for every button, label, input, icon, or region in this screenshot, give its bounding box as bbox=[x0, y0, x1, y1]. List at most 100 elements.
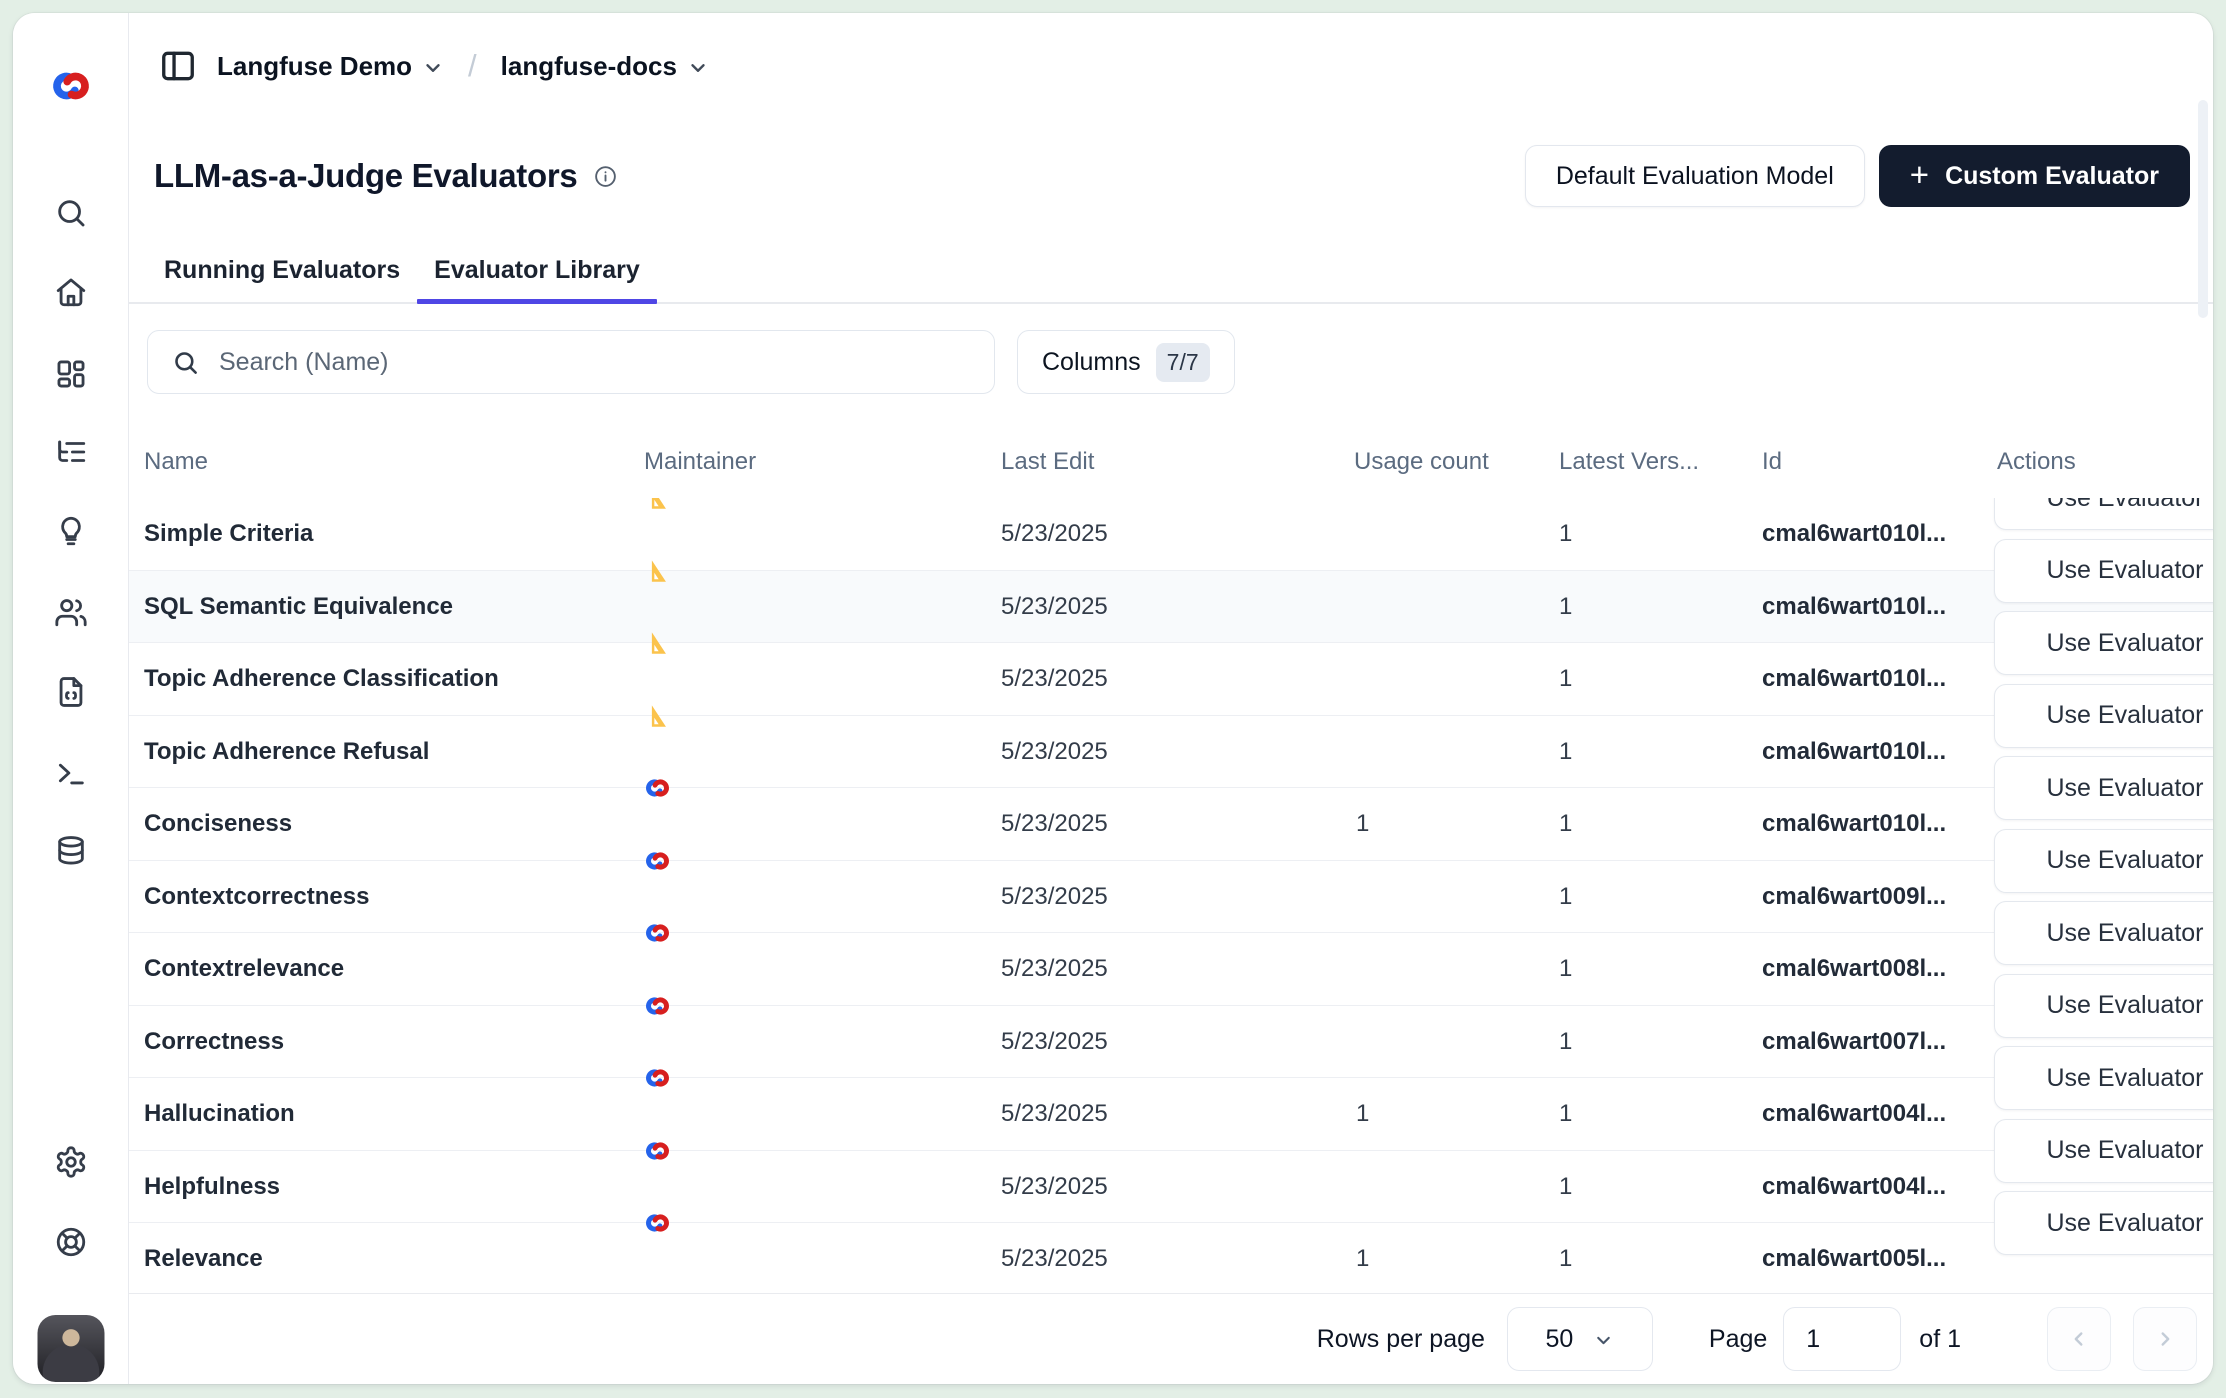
search-input[interactable] bbox=[217, 347, 970, 378]
dashboard-icon[interactable] bbox=[13, 354, 128, 394]
chevron-down-icon bbox=[1593, 1330, 1614, 1351]
ragas-maintainer-icon bbox=[644, 702, 671, 729]
header-actions: Actions bbox=[1997, 425, 2076, 498]
evaluator-id: cmal6wart004l... bbox=[1762, 1078, 1946, 1149]
users-icon[interactable] bbox=[13, 592, 128, 632]
sidebar-toggle-icon[interactable] bbox=[159, 47, 197, 85]
evaluator-name: Correctness bbox=[144, 1006, 284, 1077]
chevron-right-icon bbox=[2154, 1328, 2176, 1350]
page-number-input[interactable] bbox=[1783, 1307, 1901, 1371]
app-window: Langfuse Demo / langfuse-docs LLM-as-a-J… bbox=[13, 13, 2213, 1384]
support-lifebuoy-icon[interactable] bbox=[13, 1222, 128, 1262]
latest-version: 1 bbox=[1559, 933, 1572, 1004]
use-evaluator-button[interactable]: Use Evaluator bbox=[1994, 684, 2213, 748]
header-maintainer: Maintainer bbox=[644, 425, 756, 498]
last-edit-date: 5/23/2025 bbox=[1001, 1078, 1108, 1149]
table-row[interactable]: Conciseness 5/23/2025 1 1 cmal6wart010l.… bbox=[129, 788, 2213, 861]
evaluator-name: Contextcorrectness bbox=[144, 861, 369, 932]
action-cell: Use Evaluator bbox=[1994, 498, 2213, 530]
latest-version: 1 bbox=[1559, 1078, 1572, 1149]
pagination-bar: Rows per page 50 Page of 1 bbox=[129, 1293, 2213, 1384]
breadcrumb-project[interactable]: langfuse-docs bbox=[501, 51, 709, 82]
rows-per-page-value: 50 bbox=[1546, 1325, 1574, 1354]
vertical-scrollbar-thumb[interactable] bbox=[2198, 100, 2208, 318]
ragas-maintainer-icon bbox=[644, 498, 671, 512]
previous-page-button[interactable] bbox=[2047, 1307, 2111, 1371]
evaluator-name: Relevance bbox=[144, 1223, 263, 1294]
use-evaluator-button[interactable]: Use Evaluator bbox=[1994, 756, 2213, 820]
next-page-button[interactable] bbox=[2133, 1307, 2197, 1371]
maintainer-cell bbox=[644, 702, 671, 729]
langfuse-maintainer-icon bbox=[644, 1137, 671, 1164]
maintainer-cell bbox=[644, 630, 671, 657]
search-icon[interactable] bbox=[13, 193, 128, 233]
header-usage-count: Usage count bbox=[1354, 425, 1489, 498]
chevron-left-icon bbox=[2068, 1328, 2090, 1350]
terminal-icon[interactable] bbox=[13, 753, 128, 793]
default-evaluation-model-button[interactable]: Default Evaluation Model bbox=[1525, 145, 1865, 207]
home-icon[interactable] bbox=[13, 272, 128, 312]
maintainer-cell bbox=[644, 920, 671, 947]
table-row[interactable]: Relevance 5/23/2025 1 1 cmal6wart005l...… bbox=[129, 1223, 2213, 1294]
settings-gear-icon[interactable] bbox=[13, 1142, 128, 1182]
user-avatar[interactable] bbox=[37, 1315, 104, 1382]
langfuse-maintainer-icon bbox=[644, 775, 671, 802]
action-cell: Use Evaluator bbox=[1994, 901, 2213, 965]
columns-button[interactable]: Columns 7/7 bbox=[1017, 330, 1235, 394]
file-code-icon[interactable] bbox=[13, 672, 128, 712]
table-row[interactable]: SQL Semantic Equivalence 5/23/2025 1 cma… bbox=[129, 571, 2213, 644]
table-row[interactable]: Simple Criteria 5/23/2025 1 cmal6wart010… bbox=[129, 498, 2213, 571]
use-evaluator-button[interactable]: Use Evaluator bbox=[1994, 1119, 2213, 1183]
use-evaluator-button[interactable]: Use Evaluator bbox=[1994, 829, 2213, 893]
evaluator-id: cmal6wart010l... bbox=[1762, 716, 1946, 787]
last-edit-date: 5/23/2025 bbox=[1001, 643, 1108, 714]
last-edit-date: 5/23/2025 bbox=[1001, 861, 1108, 932]
page-label: Page bbox=[1709, 1325, 1767, 1354]
table-row[interactable]: Hallucination 5/23/2025 1 1 cmal6wart004… bbox=[129, 1078, 2213, 1151]
table-row[interactable]: Correctness 5/23/2025 1 cmal6wart007l...… bbox=[129, 1006, 2213, 1079]
top-bar: Langfuse Demo / langfuse-docs bbox=[129, 13, 2213, 120]
table-row[interactable]: Topic Adherence Refusal 5/23/2025 1 cmal… bbox=[129, 716, 2213, 789]
langfuse-maintainer-icon bbox=[644, 992, 671, 1019]
table-row[interactable]: Topic Adherence Classification 5/23/2025… bbox=[129, 643, 2213, 716]
tab-evaluator-library[interactable]: Evaluator Library bbox=[417, 239, 657, 302]
lightbulb-icon[interactable] bbox=[13, 511, 128, 551]
search-icon bbox=[172, 349, 199, 376]
maintainer-cell bbox=[644, 1210, 671, 1237]
latest-version: 1 bbox=[1559, 1223, 1572, 1294]
breadcrumb-organization[interactable]: Langfuse Demo bbox=[217, 51, 444, 82]
evaluator-id: cmal6wart010l... bbox=[1762, 571, 1946, 642]
table-row[interactable]: Contextcorrectness 5/23/2025 1 cmal6wart… bbox=[129, 861, 2213, 934]
info-icon[interactable] bbox=[593, 164, 618, 189]
table-row[interactable]: Helpfulness 5/23/2025 1 cmal6wart004l...… bbox=[129, 1151, 2213, 1224]
last-edit-date: 5/23/2025 bbox=[1001, 1006, 1108, 1077]
langfuse-maintainer-icon bbox=[644, 1065, 671, 1092]
search-box[interactable] bbox=[147, 330, 995, 394]
evaluator-id: cmal6wart010l... bbox=[1762, 498, 1946, 569]
use-evaluator-button[interactable]: Use Evaluator bbox=[1994, 1046, 2213, 1110]
usage-count: 1 bbox=[1356, 1078, 1369, 1149]
use-evaluator-button[interactable]: Use Evaluator bbox=[1994, 1191, 2213, 1255]
tab-running-evaluators[interactable]: Running Evaluators bbox=[147, 239, 417, 302]
langfuse-maintainer-icon bbox=[644, 847, 671, 874]
use-evaluator-button[interactable]: Use Evaluator bbox=[1994, 498, 2213, 530]
evaluator-name: Helpfulness bbox=[144, 1151, 280, 1222]
custom-evaluator-button[interactable]: + Custom Evaluator bbox=[1879, 145, 2190, 207]
use-evaluator-button[interactable]: Use Evaluator bbox=[1994, 974, 2213, 1038]
latest-version: 1 bbox=[1559, 861, 1572, 932]
breadcrumb-separator: / bbox=[468, 48, 477, 84]
last-edit-date: 5/23/2025 bbox=[1001, 571, 1108, 642]
maintainer-cell bbox=[644, 1137, 671, 1164]
use-evaluator-button[interactable]: Use Evaluator bbox=[1994, 539, 2213, 603]
use-evaluator-button[interactable]: Use Evaluator bbox=[1994, 901, 2213, 965]
table-row[interactable]: Contextrelevance 5/23/2025 1 cmal6wart00… bbox=[129, 933, 2213, 1006]
database-icon[interactable] bbox=[13, 831, 128, 871]
action-cell: Use Evaluator bbox=[1994, 974, 2213, 1038]
evaluator-name: Hallucination bbox=[144, 1078, 295, 1149]
tracing-tree-icon[interactable] bbox=[13, 432, 128, 472]
last-edit-date: 5/23/2025 bbox=[1001, 933, 1108, 1004]
rows-per-page-select[interactable]: 50 bbox=[1507, 1307, 1653, 1371]
use-evaluator-button[interactable]: Use Evaluator bbox=[1994, 611, 2213, 675]
breadcrumb-organization-label: Langfuse Demo bbox=[217, 51, 412, 82]
evaluator-id: cmal6wart008l... bbox=[1762, 933, 1946, 1004]
